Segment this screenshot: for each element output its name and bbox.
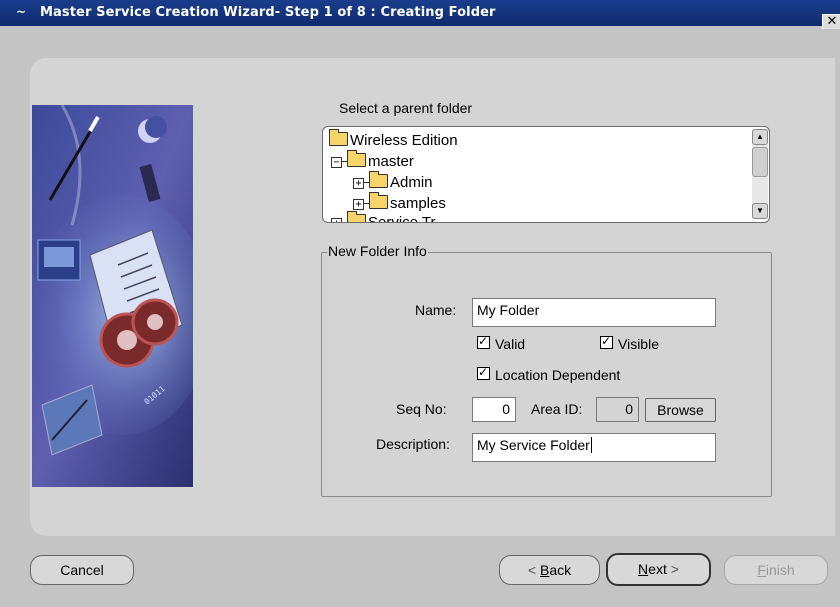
name-label: Name: bbox=[415, 302, 457, 318]
tree-item-master[interactable]: − master bbox=[331, 150, 414, 172]
window-title: Master Service Creation Wizard- Step 1 o… bbox=[40, 5, 496, 20]
tree-scrollbar[interactable]: ▲ ▼ bbox=[752, 129, 768, 219]
back-label: ack bbox=[549, 562, 572, 578]
description-value: My Service Folder bbox=[477, 437, 590, 453]
folder-tree[interactable]: Wireless Edition − master + Admin + samples… bbox=[322, 126, 770, 223]
name-input[interactable]: My Folder bbox=[472, 298, 716, 327]
tree-item-wireless-edition[interactable]: Wireless Edition bbox=[329, 129, 458, 151]
checkbox-checked-icon bbox=[477, 365, 490, 380]
location-dependent-checkbox[interactable]: Location Dependent bbox=[477, 365, 621, 383]
finish-label: inish bbox=[765, 562, 795, 578]
group-title: New Folder Info bbox=[327, 243, 428, 259]
back-accel: B bbox=[539, 562, 550, 578]
folder-icon bbox=[369, 171, 388, 188]
area-id-input: 0 bbox=[596, 397, 639, 422]
tree-item-admin[interactable]: + Admin bbox=[353, 171, 433, 193]
wizard-illustration: 01011 bbox=[32, 105, 193, 487]
close-window-button[interactable]: ✕ bbox=[822, 14, 840, 29]
description-label: Description: bbox=[376, 436, 450, 452]
scroll-up-button[interactable]: ▲ bbox=[752, 129, 768, 145]
text-cursor bbox=[590, 437, 592, 453]
next-label: ext bbox=[648, 561, 667, 577]
scroll-thumb[interactable] bbox=[752, 147, 768, 177]
tree-item-label: samples bbox=[390, 195, 446, 212]
finish-button[interactable]: Finish bbox=[724, 555, 828, 585]
area-id-label: Area ID: bbox=[531, 401, 583, 417]
expand-icon[interactable]: + bbox=[331, 218, 342, 222]
valid-checkbox[interactable]: Valid bbox=[477, 334, 526, 352]
location-dependent-label: Location Dependent bbox=[495, 367, 621, 383]
visible-checkbox[interactable]: Visible bbox=[600, 334, 659, 352]
tree-item-service[interactable]: + Service Tr bbox=[331, 211, 436, 223]
back-arrow-icon: < bbox=[527, 562, 537, 578]
browse-button[interactable]: Browse bbox=[645, 398, 716, 422]
checkbox-checked-icon bbox=[600, 334, 613, 349]
expand-icon[interactable]: + bbox=[353, 178, 364, 189]
open-folder-icon bbox=[347, 150, 366, 167]
folder-icon bbox=[347, 211, 366, 222]
seq-no-label: Seq No: bbox=[396, 401, 447, 417]
open-folder-icon bbox=[329, 129, 348, 146]
description-input[interactable]: My Service Folder bbox=[472, 433, 716, 462]
tree-item-label: Wireless Edition bbox=[350, 132, 458, 149]
parent-folder-label: Select a parent folder bbox=[339, 100, 473, 116]
tree-item-label: master bbox=[368, 153, 414, 170]
folder-icon bbox=[369, 192, 388, 209]
cancel-button[interactable]: Cancel bbox=[30, 555, 134, 585]
expand-icon[interactable]: + bbox=[353, 199, 364, 210]
tree-item-label: Admin bbox=[390, 174, 433, 191]
next-button[interactable]: Next > bbox=[606, 553, 711, 586]
tree-item-samples[interactable]: + samples bbox=[353, 192, 446, 214]
next-accel: N bbox=[638, 561, 649, 577]
scroll-down-button[interactable]: ▼ bbox=[752, 203, 768, 219]
visible-label: Visible bbox=[618, 336, 659, 352]
seq-no-input[interactable]: 0 bbox=[472, 397, 516, 422]
next-arrow-icon: > bbox=[670, 561, 679, 577]
app-icon: ~ bbox=[16, 5, 27, 19]
close-icon: ✕ bbox=[826, 14, 838, 29]
window-frame bbox=[0, 26, 8, 607]
back-button[interactable]: < Back bbox=[499, 555, 600, 585]
collapse-icon[interactable]: − bbox=[331, 157, 342, 168]
checkbox-checked-icon bbox=[477, 334, 490, 349]
finish-accel: F bbox=[757, 562, 766, 578]
valid-label: Valid bbox=[495, 336, 526, 352]
title-bar: ~ Master Service Creation Wizard- Step 1… bbox=[0, 0, 840, 29]
tree-item-label: Service Tr bbox=[368, 214, 436, 223]
